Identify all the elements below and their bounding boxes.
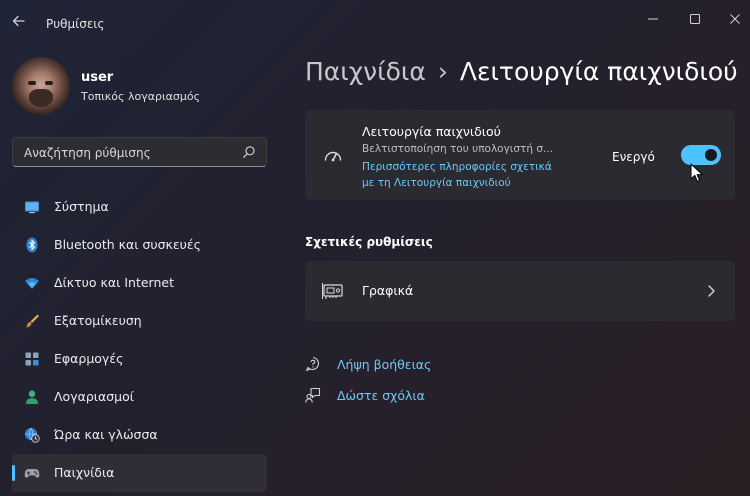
sidebar-item-label: Παιχνίδια — [54, 465, 115, 480]
avatar-beard — [29, 89, 53, 107]
close-button[interactable] — [724, 8, 746, 30]
sidebar-item-label: Εφαρμογές — [54, 351, 124, 366]
display-icon — [25, 201, 39, 214]
avatar-eye — [45, 81, 53, 85]
mouse-cursor-icon — [690, 163, 703, 182]
bluetooth-icon — [26, 237, 38, 253]
sidebar-item-personalization[interactable]: Εξατομίκευση — [12, 302, 267, 340]
game-mode-title: Λειτουργία παιχνιδιού — [362, 124, 501, 139]
apps-icon — [25, 352, 39, 366]
game-mode-description: Βελτιστοποίηση του υπολογιστή σ... — [362, 143, 553, 155]
breadcrumb-separator: › — [437, 57, 448, 86]
sidebar-item-label: Bluetooth και συσκευές — [54, 237, 201, 252]
help-chat-icon — [305, 356, 319, 372]
related-settings-heading: Σχετικές ρυθμίσεις — [305, 235, 433, 249]
user-name: user — [81, 70, 114, 85]
globe-clock-icon — [25, 427, 40, 443]
sidebar-item-gaming[interactable]: Παιχνίδια — [12, 454, 267, 492]
help-section: Λήψη βοήθειας Δώστε σχόλια — [305, 354, 505, 416]
title-bar: Ρυθμίσεις — [0, 0, 750, 40]
sidebar-item-system[interactable]: Σύστημα — [12, 188, 267, 226]
graphics-label: Γραφικά — [362, 283, 414, 298]
sidebar-item-label: Εξατομίκευση — [54, 313, 142, 328]
learn-more-link-line2[interactable]: με τη Λειτουργία παιχνιδιού — [362, 177, 511, 189]
sidebar-nav: Σύστημα Bluetooth και συσκευές Δίκτυο κα… — [12, 188, 267, 492]
search-input[interactable]: Αναζήτηση ρύθμισης — [12, 137, 267, 167]
get-help-link[interactable]: Λήψη βοήθειας — [305, 354, 505, 385]
breadcrumb-parent[interactable]: Παιχνίδια — [305, 57, 426, 86]
game-mode-state-label: Ενεργό — [612, 150, 655, 164]
graphics-card-icon — [322, 283, 343, 299]
speedometer-icon — [324, 151, 342, 162]
person-icon — [26, 390, 38, 404]
sidebar-item-bluetooth[interactable]: Bluetooth και συσκευές — [12, 226, 267, 264]
minimize-icon — [648, 18, 658, 20]
avatar[interactable] — [12, 57, 70, 115]
minimize-button[interactable] — [642, 8, 664, 30]
sidebar-item-label: Δίκτυο και Internet — [54, 275, 174, 290]
search-icon[interactable] — [242, 145, 256, 159]
breadcrumb: Παιχνίδια › Λειτουργία παιχνιδιού — [305, 57, 738, 86]
search-placeholder: Αναζήτηση ρύθμισης — [24, 146, 151, 160]
sidebar-item-label: Λογαριασμοί — [54, 389, 134, 404]
game-mode-toggle[interactable] — [681, 145, 721, 165]
learn-more-link[interactable]: Περισσότερες πληροφορίες σχετικά — [362, 161, 552, 173]
back-button[interactable] — [8, 10, 30, 32]
avatar-eye — [28, 81, 36, 85]
feedback-icon — [305, 387, 321, 403]
maximize-icon — [690, 14, 700, 24]
gamepad-icon — [24, 469, 40, 478]
arrow-left-icon — [12, 15, 25, 27]
get-help-label: Λήψη βοήθειας — [337, 357, 432, 372]
toggle-knob — [705, 149, 717, 161]
maximize-button[interactable] — [684, 8, 706, 30]
app-title: Ρυθμίσεις — [46, 17, 105, 31]
give-feedback-label: Δώστε σχόλια — [337, 388, 425, 403]
page-title: Λειτουργία παιχνιδιού — [459, 57, 738, 86]
chevron-right-icon — [708, 285, 715, 297]
sidebar-item-accounts[interactable]: Λογαριασμοί — [12, 378, 267, 416]
sidebar-item-apps[interactable]: Εφαρμογές — [12, 340, 267, 378]
sidebar-item-time-language[interactable]: Ώρα και γλώσσα — [12, 416, 267, 454]
close-icon — [730, 14, 740, 24]
give-feedback-link[interactable]: Δώστε σχόλια — [305, 385, 505, 416]
user-account-type: Τοπικός λογαριασμός — [81, 90, 201, 103]
brush-icon — [26, 314, 39, 328]
game-mode-card: Λειτουργία παιχνιδιού Βελτιστοποίηση του… — [305, 110, 735, 200]
sidebar-item-label: Σύστημα — [54, 199, 109, 214]
sidebar-item-label: Ώρα και γλώσσα — [54, 427, 158, 442]
wifi-icon — [25, 278, 39, 289]
graphics-card[interactable]: Γραφικά — [305, 261, 735, 321]
sidebar-item-network[interactable]: Δίκτυο και Internet — [12, 264, 267, 302]
